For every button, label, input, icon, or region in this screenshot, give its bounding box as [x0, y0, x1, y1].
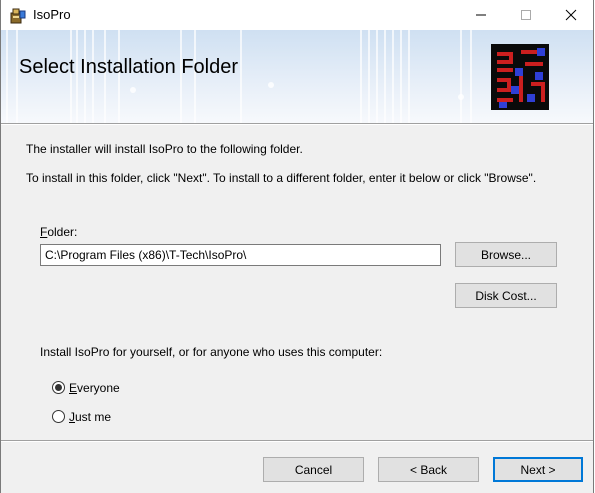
page-title: Select Installation Folder: [19, 56, 239, 78]
next-button[interactable]: Next >: [493, 457, 583, 482]
close-button[interactable]: [548, 0, 593, 30]
window-title: IsoPro: [33, 7, 71, 22]
just-me-label-text: ust me: [75, 410, 112, 424]
folder-label: Folder:: [40, 225, 77, 239]
everyone-label-text: veryone: [77, 381, 120, 395]
circuit-board-logo: [491, 44, 549, 110]
title-bar[interactable]: IsoPro: [1, 0, 593, 30]
folder-path-input[interactable]: [40, 244, 441, 266]
disk-cost-button[interactable]: Disk Cost...: [455, 283, 557, 308]
back-button[interactable]: < Back: [378, 457, 479, 482]
close-icon: [565, 9, 576, 21]
installer-window: IsoPro Select Installation Folder The in…: [0, 0, 594, 493]
maximize-icon: [520, 10, 531, 20]
intro-text-line-2: To install in this folder, click "Next".…: [26, 171, 537, 185]
minimize-icon: [475, 14, 486, 16]
everyone-radio[interactable]: [52, 381, 65, 394]
everyone-radio-label[interactable]: Everyone: [69, 381, 120, 395]
minimize-button[interactable]: [458, 0, 503, 30]
everyone-mnemonic: E: [69, 381, 78, 395]
browse-button[interactable]: Browse...: [455, 242, 557, 267]
just-me-radio-label[interactable]: Just me: [69, 410, 111, 424]
folder-label-text: older:: [47, 225, 78, 239]
installer-app-icon: [10, 8, 26, 24]
footer-divider: [1, 440, 593, 442]
banner-divider: [1, 123, 593, 125]
install-scope-prompt: Install IsoPro for yourself, or for anyo…: [40, 345, 383, 359]
intro-text-line-1: The installer will install IsoPro to the…: [26, 142, 303, 156]
header-banner: Select Installation Folder: [1, 30, 593, 123]
just-me-radio[interactable]: [52, 410, 65, 423]
cancel-button[interactable]: Cancel: [263, 457, 364, 482]
maximize-button[interactable]: [503, 0, 548, 30]
